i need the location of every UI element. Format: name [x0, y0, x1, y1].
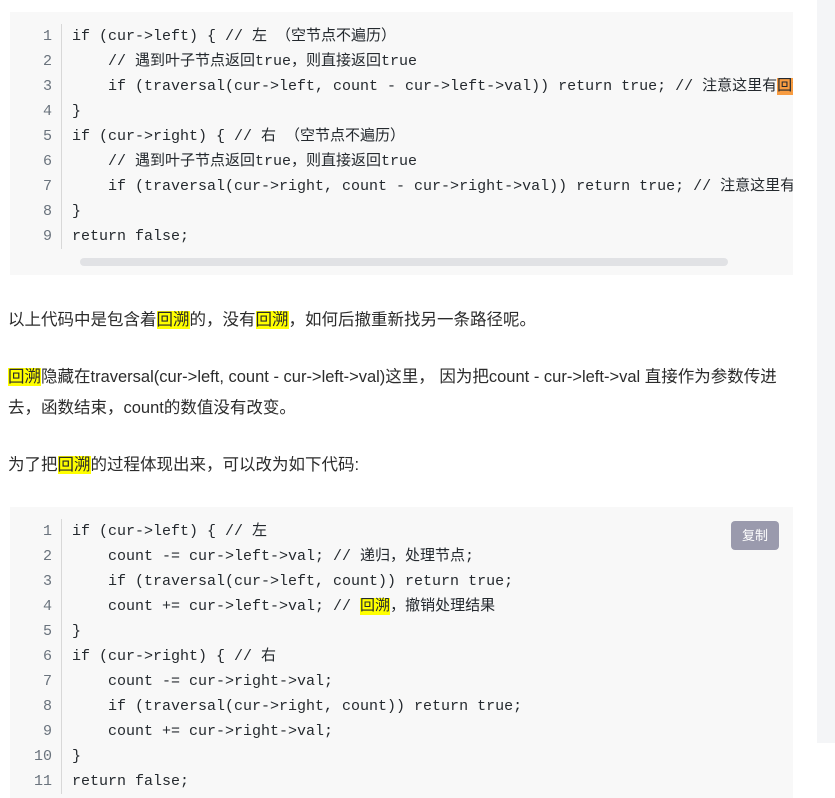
code-line-number: 8: [42, 698, 52, 715]
code-line: if (cur->left) { // 左 （空节点不遍历）: [72, 28, 397, 45]
code-block-backtracking-line-numbers: 1 2 3 4 5 6 7 8 9 10 11: [10, 519, 62, 794]
code-block-original-lines[interactable]: if (cur->left) { // 左 （空节点不遍历） // 遇到叶子节点…: [62, 24, 793, 249]
code-line-number: 4: [42, 103, 52, 120]
code-line: count += cur->left->val; // 回溯，撤销处理结果: [72, 598, 496, 615]
code-line-number: 1: [42, 28, 52, 45]
code-block-backtracking-lines[interactable]: if (cur->left) { // 左 count -= cur->left…: [62, 519, 793, 794]
code-line-number: 6: [42, 648, 52, 665]
code-block-original-hscrollbar[interactable]: [72, 255, 793, 269]
paragraph-3: 为了把回溯的过程体现出来，可以改为如下代码:: [8, 456, 360, 474]
code-line-number: 2: [42, 53, 52, 70]
code-line: }: [72, 203, 82, 220]
code-block-original-inner: 1 2 3 4 5 6 7 8 9 if (cur->left) { // 左 （空节点不遍历）…: [10, 12, 793, 253]
highlight-yellow: 回溯: [255, 311, 289, 329]
code-line-number: 3: [42, 78, 52, 95]
code-line-number: 10: [33, 748, 52, 765]
code-line-number: 5: [42, 128, 52, 145]
paragraph-2: 回溯隐藏在traversal(cur->left, count - cur->l…: [8, 368, 777, 417]
copy-code-button[interactable]: 复制: [730, 521, 779, 550]
code-block-backtracking-inner: 1 2 3 4 5 6 7 8 9 10 11 if (cur->left) { // 左 coun…: [10, 507, 793, 798]
code-line-number: 1: [42, 523, 52, 540]
code-line: return false;: [72, 228, 190, 245]
highlight-yellow: 回溯: [8, 368, 41, 386]
prose-section: 以上代码中是包含着回溯的，没有回溯，如何后撤重新找另一条路径呢。 回溯隐藏在tr…: [0, 305, 817, 481]
code-line: if (cur->right) { // 右 （空节点不遍历）: [72, 128, 406, 145]
code-line: }: [72, 623, 82, 640]
code-line: if (cur->right) { // 右: [72, 648, 277, 665]
code-line-number: 11: [33, 773, 52, 790]
code-line: if (traversal(cur->left, count)) return …: [72, 573, 514, 590]
code-line: // 遇到叶子节点返回true，则直接返回true: [72, 153, 418, 170]
code-line-number: 2: [42, 548, 52, 565]
code-block-original-line-numbers: 1 2 3 4 5 6 7 8 9: [10, 24, 62, 249]
code-line-number: 4: [42, 598, 52, 615]
code-line: count -= cur->left->val; // 递归，处理节点;: [72, 548, 475, 565]
code-line-number: 3: [42, 573, 52, 590]
highlight-yellow: 回溯: [156, 311, 190, 329]
page-side-rail: [817, 0, 835, 743]
article-content: 1 2 3 4 5 6 7 8 9 if (cur->left) { // 左 （空节点不遍历）…: [0, 0, 817, 798]
code-line: if (cur->left) { // 左: [72, 523, 268, 540]
code-line: count += cur->right->val;: [72, 723, 334, 740]
code-line: if (traversal(cur->right, count)) return…: [72, 698, 523, 715]
code-block-original: 1 2 3 4 5 6 7 8 9 if (cur->left) { // 左 （空节点不遍历）…: [10, 12, 793, 275]
code-line-number: 8: [42, 203, 52, 220]
code-line-number: 9: [42, 723, 52, 740]
code-line: count -= cur->right->val;: [72, 673, 334, 690]
code-line: if (traversal(cur->right, count - cur->r…: [72, 174, 793, 199]
code-line: // 遇到叶子节点返回true，则直接返回true: [72, 53, 418, 70]
hscrollbar-thumb[interactable]: [80, 258, 728, 266]
code-line-number: 6: [42, 153, 52, 170]
highlight-orange: 回溯: [777, 78, 793, 95]
code-block-backtracking: 复制 1 2 3 4 5 6 7 8 9 10 11 if (cur->left) { // 左 c…: [10, 507, 793, 798]
code-line: }: [72, 748, 82, 765]
code-line-number: 7: [42, 178, 52, 195]
code-line-number: 9: [42, 228, 52, 245]
code-line: return false;: [72, 773, 190, 790]
code-line-number: 5: [42, 623, 52, 640]
highlight-yellow: 回溯: [57, 456, 91, 474]
code-line-number: 7: [42, 673, 52, 690]
paragraph-1: 以上代码中是包含着回溯的，没有回溯，如何后撤重新找另一条路径呢。: [8, 311, 536, 329]
code-line: }: [72, 103, 82, 120]
highlight-yellow: 回溯: [360, 598, 391, 615]
code-line: if (traversal(cur->left, count - cur->le…: [72, 74, 793, 99]
